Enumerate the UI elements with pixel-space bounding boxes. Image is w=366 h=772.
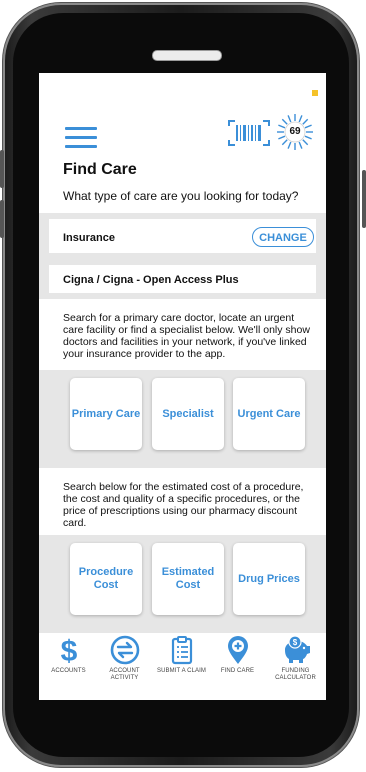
primary-care-card[interactable]: Primary Care — [70, 378, 142, 450]
piggy-bank-icon: $ — [284, 635, 310, 663]
care-description: Search for a primary care doctor, locate… — [63, 312, 310, 360]
volume-button — [0, 150, 4, 188]
phone-speaker — [152, 50, 222, 61]
score-value: 69 — [289, 126, 301, 137]
nav-submit-claim[interactable]: SUBMIT A CLAIM — [154, 635, 209, 675]
nav-find-care[interactable]: FIND CARE — [210, 635, 265, 675]
cost-description: Search below for the estimated cost of a… — [63, 481, 304, 529]
drug-prices-card[interactable]: Drug Prices — [233, 543, 305, 615]
menu-line — [65, 127, 97, 130]
nav-label: FIND CARE — [220, 668, 255, 674]
svg-text:$: $ — [292, 638, 297, 647]
app-screen: 69 Find Care What type of care are you l… — [39, 73, 326, 700]
nav-label: FUNDING CALCULATOR — [275, 668, 316, 681]
menu-button[interactable] — [65, 127, 97, 149]
clipboard-icon — [171, 636, 192, 665]
power-button — [362, 170, 366, 228]
insurance-plan-name: Cigna / Cigna - Open Access Plus — [63, 274, 239, 286]
location-plus-icon — [227, 636, 248, 664]
nav-label: ACCOUNTS — [51, 668, 86, 674]
nav-label: ACCOUNT ACTIVITY — [109, 668, 140, 681]
barcode-scan-icon[interactable] — [228, 120, 270, 146]
nav-label: SUBMIT A CLAIM — [157, 668, 206, 674]
nav-funding-calculator[interactable]: $ FUNDING CALCULATOR — [268, 635, 323, 682]
svg-text:$: $ — [60, 635, 77, 665]
volume-button — [0, 200, 4, 238]
page-subtitle: What type of care are you looking for to… — [63, 189, 299, 203]
insurance-label: Insurance — [63, 232, 115, 244]
specialist-card[interactable]: Specialist — [152, 378, 224, 450]
change-insurance-button[interactable]: CHANGE — [252, 227, 314, 247]
procedure-cost-card[interactable]: Procedure Cost — [70, 543, 142, 615]
urgent-care-card[interactable]: Urgent Care — [233, 378, 305, 450]
nav-accounts[interactable]: $ ACCOUNTS — [41, 635, 96, 675]
menu-line — [65, 145, 97, 148]
menu-line — [65, 136, 97, 139]
nav-account-activity[interactable]: ACCOUNT ACTIVITY — [97, 635, 152, 682]
estimated-cost-card[interactable]: Estimated Cost — [152, 543, 224, 615]
transfer-icon — [110, 635, 139, 665]
dollar-icon: $ — [60, 635, 77, 665]
status-indicator — [312, 90, 318, 96]
page-title: Find Care — [63, 161, 137, 178]
